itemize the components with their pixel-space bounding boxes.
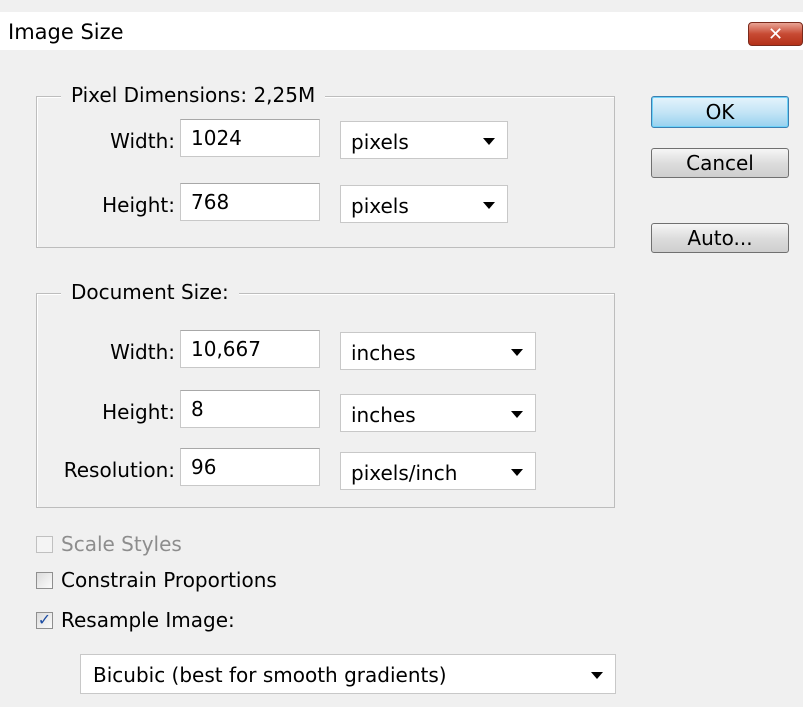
resample-method-value: Bicubic (best for smooth gradients) [93, 663, 447, 687]
pixel-dimensions-group: Pixel Dimensions: 2,25M Width: 1024 pixe… [36, 83, 615, 248]
scale-styles-label: Scale Styles [61, 532, 182, 556]
image-size-dialog: Image Size ✕ Pixel Dimensions: 2,25M Wid… [0, 0, 803, 707]
constrain-proportions-option[interactable]: Constrain Proportions [36, 567, 277, 593]
document-height-unit-value: inches [351, 403, 416, 427]
resolution-unit-value: pixels/inch [351, 461, 458, 485]
auto-button[interactable]: Auto... [651, 223, 789, 253]
pixel-width-label: Width: [110, 129, 175, 153]
chevron-down-icon [511, 469, 523, 476]
ok-button[interactable]: OK [651, 96, 789, 128]
chevron-down-icon [483, 138, 495, 145]
constrain-proportions-checkbox[interactable] [36, 571, 53, 589]
resample-image-label: Resample Image: [61, 608, 235, 632]
document-width-unit-value: inches [351, 341, 416, 365]
resolution-label: Resolution: [63, 458, 175, 482]
chevron-down-icon [511, 411, 523, 418]
document-width-unit-select[interactable]: inches [340, 332, 536, 370]
chevron-down-icon [483, 202, 495, 209]
document-height-label: Height: [102, 400, 175, 424]
pixel-height-label: Height: [102, 193, 175, 217]
resample-image-checkbox[interactable]: ✓ [36, 610, 53, 629]
scale-styles-checkbox [36, 535, 53, 553]
pixel-height-unit-select[interactable]: pixels [340, 185, 508, 223]
constrain-proportions-label: Constrain Proportions [61, 568, 277, 592]
document-width-field[interactable]: 10,667 [180, 330, 320, 368]
pixel-width-unit-value: pixels [351, 130, 409, 154]
close-icon: ✕ [767, 23, 784, 45]
document-width-label: Width: [110, 340, 175, 364]
pixel-height-unit-value: pixels [351, 194, 409, 218]
document-height-unit-select[interactable]: inches [340, 394, 536, 432]
chevron-down-icon [511, 349, 523, 356]
pixel-width-unit-select[interactable]: pixels [340, 121, 508, 159]
pixel-height-field[interactable]: 768 [180, 183, 320, 221]
dialog-body: Pixel Dimensions: 2,25M Width: 1024 pixe… [0, 50, 803, 707]
resolution-field[interactable]: 96 [180, 448, 320, 486]
window-title: Image Size [8, 20, 124, 44]
resample-image-option[interactable]: ✓ Resample Image: [36, 607, 235, 633]
scale-styles-option: Scale Styles [36, 531, 182, 557]
title-bar[interactable]: Image Size ✕ [0, 12, 803, 50]
chevron-down-icon [591, 672, 603, 679]
close-button[interactable]: ✕ [748, 22, 803, 46]
pixel-dimensions-legend: Pixel Dimensions: 2,25M [61, 83, 326, 107]
document-height-field[interactable]: 8 [180, 390, 320, 428]
resolution-unit-select[interactable]: pixels/inch [340, 452, 536, 490]
cancel-button[interactable]: Cancel [651, 148, 789, 178]
checkmark-icon: ✓ [37, 610, 52, 629]
document-size-group: Document Size: Width: 10,667 inches Heig… [36, 280, 615, 508]
pixel-width-field[interactable]: 1024 [180, 119, 320, 157]
document-size-legend: Document Size: [61, 280, 239, 304]
resample-method-select[interactable]: Bicubic (best for smooth gradients) [80, 654, 616, 694]
